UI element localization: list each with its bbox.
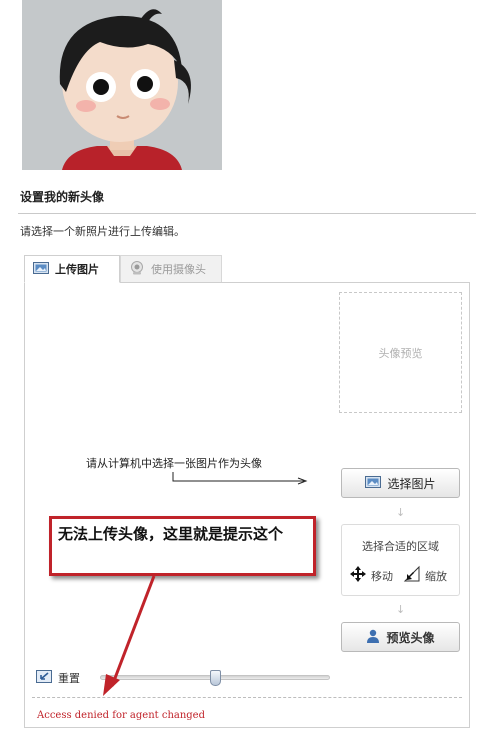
status-divider (32, 697, 462, 698)
zoom-label: 缩放 (425, 569, 447, 583)
preview-avatar-label: 预览头像 (386, 630, 435, 645)
move-hint: 移动 (349, 565, 393, 586)
title-divider (18, 213, 476, 214)
user-icon (366, 629, 380, 646)
error-message: Access denied for agent changed (37, 710, 206, 721)
select-image-button[interactable]: 选择图片 (341, 468, 460, 498)
tab-upload-image[interactable]: 上传图片 (24, 255, 120, 283)
section-title: 设置我的新头像 (20, 190, 105, 204)
select-area-label: 选择合适的区域 (362, 540, 439, 553)
annotation-callout: 无法上传头像，这里就是提示这个 (49, 516, 316, 576)
preview-avatar-button[interactable]: 预览头像 (341, 622, 460, 652)
resize-icon (403, 565, 421, 586)
reset-button[interactable]: 重置 (36, 670, 80, 686)
avatar-preview-box: 头像预览 (339, 292, 462, 413)
tab-camera-label: 使用摄像头 (151, 263, 206, 276)
webcam-icon (129, 260, 145, 278)
arrow-down-icon: ↓ (396, 506, 406, 519)
tab-use-webcam[interactable]: 使用摄像头 (120, 255, 222, 283)
picture-icon (365, 475, 382, 491)
current-avatar-image (22, 0, 222, 170)
select-image-hint: 请从计算机中选择一张图片作为头像 (86, 457, 262, 470)
instruction-text: 请选择一个新照片进行上传编辑。 (20, 225, 185, 238)
avatar-preview-label: 头像预览 (378, 346, 423, 360)
select-image-label: 选择图片 (387, 476, 436, 491)
reset-label: 重置 (58, 672, 80, 685)
hint-arrow-icon (172, 470, 308, 489)
annotation-text: 无法上传头像，这里就是提示这个 (58, 525, 284, 543)
tab-upload-label: 上传图片 (55, 263, 99, 276)
reset-icon (36, 670, 52, 686)
zoom-slider-handle[interactable] (209, 670, 221, 686)
zoom-hint: 缩放 (403, 565, 447, 586)
move-arrows-icon (349, 565, 367, 586)
cartoon-boy-avatar-icon (22, 0, 222, 170)
arrow-down-icon: ↓ (396, 603, 406, 616)
picture-icon (33, 261, 49, 277)
annotation-arrow-icon (100, 574, 160, 702)
move-label: 移动 (371, 569, 393, 583)
